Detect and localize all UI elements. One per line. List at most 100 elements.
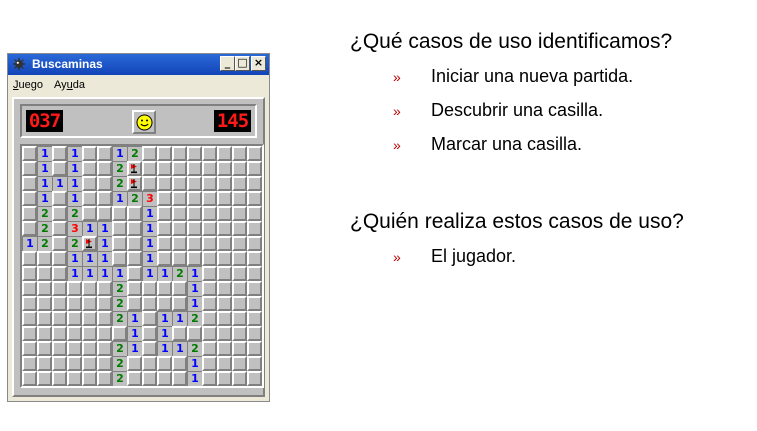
hidden-cell[interactable] <box>142 161 157 176</box>
number-cell[interactable]: 1 <box>97 236 112 251</box>
hidden-cell[interactable] <box>157 251 172 266</box>
hidden-cell[interactable] <box>232 146 247 161</box>
hidden-cell[interactable] <box>22 371 37 386</box>
hidden-cell[interactable] <box>52 206 67 221</box>
number-cell[interactable]: 1 <box>37 176 52 191</box>
hidden-cell[interactable] <box>202 176 217 191</box>
hidden-cell[interactable] <box>187 206 202 221</box>
hidden-cell[interactable] <box>82 176 97 191</box>
menu-ayuda[interactable]: Ayuda <box>54 79 85 91</box>
hidden-cell[interactable] <box>112 221 127 236</box>
hidden-cell[interactable] <box>172 236 187 251</box>
hidden-cell[interactable] <box>22 176 37 191</box>
hidden-cell[interactable] <box>22 161 37 176</box>
hidden-cell[interactable] <box>187 176 202 191</box>
hidden-cell[interactable] <box>97 296 112 311</box>
number-cell[interactable]: 1 <box>142 236 157 251</box>
hidden-cell[interactable] <box>142 341 157 356</box>
number-cell[interactable]: 1 <box>127 341 142 356</box>
hidden-cell[interactable] <box>97 371 112 386</box>
hidden-cell[interactable] <box>217 221 232 236</box>
hidden-cell[interactable] <box>157 146 172 161</box>
number-cell[interactable]: 1 <box>37 161 52 176</box>
hidden-cell[interactable] <box>52 161 67 176</box>
hidden-cell[interactable] <box>142 356 157 371</box>
hidden-cell[interactable] <box>217 341 232 356</box>
hidden-cell[interactable] <box>202 161 217 176</box>
hidden-cell[interactable] <box>217 176 232 191</box>
hidden-cell[interactable] <box>247 266 262 281</box>
hidden-cell[interactable] <box>52 251 67 266</box>
hidden-cell[interactable] <box>142 326 157 341</box>
hidden-cell[interactable] <box>187 191 202 206</box>
hidden-cell[interactable] <box>37 371 52 386</box>
number-cell[interactable]: 1 <box>97 266 112 281</box>
hidden-cell[interactable] <box>172 371 187 386</box>
hidden-cell[interactable] <box>67 296 82 311</box>
hidden-cell[interactable] <box>187 161 202 176</box>
number-cell[interactable]: 1 <box>82 251 97 266</box>
hidden-cell[interactable] <box>112 326 127 341</box>
hidden-cell[interactable] <box>52 371 67 386</box>
hidden-cell[interactable] <box>157 296 172 311</box>
number-cell[interactable]: 1 <box>37 191 52 206</box>
hidden-cell[interactable] <box>232 341 247 356</box>
hidden-cell[interactable] <box>82 296 97 311</box>
hidden-cell[interactable] <box>232 326 247 341</box>
hidden-cell[interactable] <box>52 341 67 356</box>
hidden-cell[interactable] <box>217 206 232 221</box>
hidden-cell[interactable] <box>97 206 112 221</box>
hidden-cell[interactable] <box>187 251 202 266</box>
hidden-cell[interactable] <box>232 236 247 251</box>
hidden-cell[interactable] <box>217 356 232 371</box>
hidden-cell[interactable] <box>37 326 52 341</box>
number-cell[interactable]: 1 <box>52 176 67 191</box>
hidden-cell[interactable] <box>82 206 97 221</box>
hidden-cell[interactable] <box>217 296 232 311</box>
hidden-cell[interactable] <box>202 326 217 341</box>
hidden-cell[interactable] <box>142 281 157 296</box>
number-cell[interactable]: 1 <box>112 191 127 206</box>
number-cell[interactable]: 2 <box>127 191 142 206</box>
hidden-cell[interactable] <box>157 191 172 206</box>
hidden-cell[interactable] <box>217 251 232 266</box>
hidden-cell[interactable] <box>157 236 172 251</box>
hidden-cell[interactable] <box>22 296 37 311</box>
flagged-cell[interactable] <box>127 176 142 191</box>
hidden-cell[interactable] <box>232 311 247 326</box>
hidden-cell[interactable] <box>247 221 262 236</box>
hidden-cell[interactable] <box>52 311 67 326</box>
number-cell[interactable]: 1 <box>67 161 82 176</box>
hidden-cell[interactable] <box>22 311 37 326</box>
number-cell[interactable]: 1 <box>187 281 202 296</box>
number-cell[interactable]: 2 <box>112 281 127 296</box>
hidden-cell[interactable] <box>142 146 157 161</box>
hidden-cell[interactable] <box>52 236 67 251</box>
hidden-cell[interactable] <box>127 221 142 236</box>
hidden-cell[interactable] <box>67 371 82 386</box>
number-cell[interactable]: 1 <box>157 341 172 356</box>
hidden-cell[interactable] <box>247 356 262 371</box>
hidden-cell[interactable] <box>22 206 37 221</box>
hidden-cell[interactable] <box>202 236 217 251</box>
number-cell[interactable]: 1 <box>112 146 127 161</box>
flagged-cell[interactable] <box>127 161 142 176</box>
hidden-cell[interactable] <box>142 296 157 311</box>
hidden-cell[interactable] <box>37 281 52 296</box>
number-cell[interactable]: 1 <box>142 266 157 281</box>
hidden-cell[interactable] <box>127 296 142 311</box>
hidden-cell[interactable] <box>202 206 217 221</box>
hidden-cell[interactable] <box>217 266 232 281</box>
hidden-cell[interactable] <box>22 266 37 281</box>
hidden-cell[interactable] <box>202 221 217 236</box>
hidden-cell[interactable] <box>172 296 187 311</box>
hidden-cell[interactable] <box>172 356 187 371</box>
hidden-cell[interactable] <box>97 161 112 176</box>
hidden-cell[interactable] <box>172 146 187 161</box>
new-game-button[interactable] <box>132 110 156 134</box>
hidden-cell[interactable] <box>187 326 202 341</box>
hidden-cell[interactable] <box>97 356 112 371</box>
hidden-cell[interactable] <box>97 146 112 161</box>
hidden-cell[interactable] <box>52 221 67 236</box>
number-cell[interactable]: 1 <box>22 236 37 251</box>
